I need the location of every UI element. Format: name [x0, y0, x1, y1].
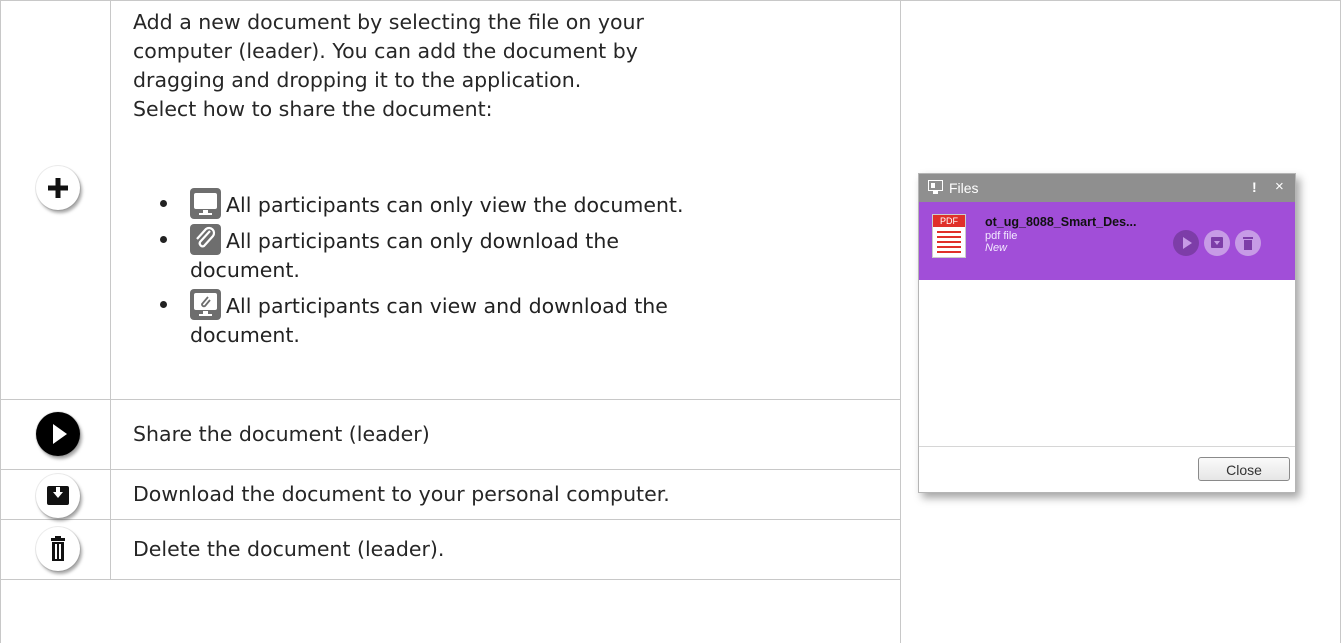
share-option-text: All participants can view and download t… [226, 294, 668, 318]
share-option-view: All participants can only view the docum… [160, 188, 900, 220]
intro-line: Add a new document by selecting the file… [133, 10, 644, 34]
files-panel-title: Files [949, 180, 979, 196]
table-border-top [0, 0, 1341, 1]
share-option-download: All participants can only download the d… [160, 224, 900, 285]
play-icon [36, 412, 80, 456]
share-option-view-download: All participants can view and download t… [160, 289, 900, 350]
file-name: ot_ug_8088_Smart_Des... [985, 215, 1137, 229]
share-option-text: All participants can only download the [226, 229, 619, 253]
table-border-left [0, 0, 1, 643]
intro-line: Select how to share the document: [133, 97, 493, 121]
row-divider-1 [0, 399, 900, 400]
file-type: pdf file [985, 230, 1018, 242]
pdf-badge: PDF [933, 215, 965, 227]
row-divider-3 [0, 519, 900, 520]
intro-line: dragging and dropping it to the applicat… [133, 68, 582, 92]
files-panel-header: Files ! × [919, 174, 1295, 202]
info-button[interactable]: ! [1252, 179, 1257, 195]
row-share-text: Share the document (leader) [133, 422, 430, 446]
download-icon [36, 474, 80, 518]
row-download-text: Download the document to your personal c… [133, 482, 670, 506]
share-option-text-cont: document. [190, 258, 300, 282]
row-delete-text: Delete the document (leader). [133, 537, 445, 561]
close-icon[interactable]: × [1275, 178, 1284, 195]
add-icon [36, 166, 80, 210]
add-description: Add a new document by selecting the file… [133, 8, 644, 124]
row-divider-4 [0, 579, 900, 580]
column-divider-2 [900, 0, 901, 643]
monitor-icon [928, 180, 943, 194]
intro-line: computer (leader). You can add the docum… [133, 39, 638, 63]
monitor-paperclip-icon [190, 289, 221, 320]
paperclip-icon [190, 224, 221, 255]
share-options-list: All participants can only view the docum… [160, 188, 900, 350]
share-option-text: All participants can only view the docum… [226, 193, 684, 217]
files-panel: Files ! × PDF ot_ug_8088_Smart_Des... pd… [918, 173, 1296, 493]
file-row[interactable]: PDF ot_ug_8088_Smart_Des... pdf file New [919, 202, 1295, 280]
share-option-text-cont: document. [190, 323, 300, 347]
share-button[interactable] [1173, 230, 1199, 256]
trash-icon [36, 527, 80, 571]
footer-divider [919, 446, 1295, 447]
file-status: New [985, 242, 1008, 254]
monitor-icon [190, 188, 221, 219]
delete-button[interactable] [1235, 230, 1261, 256]
close-button[interactable]: Close [1198, 457, 1290, 481]
pdf-file-icon: PDF [932, 214, 966, 258]
row-divider-2 [0, 469, 900, 470]
column-divider-1 [110, 0, 111, 580]
download-button[interactable] [1204, 230, 1230, 256]
